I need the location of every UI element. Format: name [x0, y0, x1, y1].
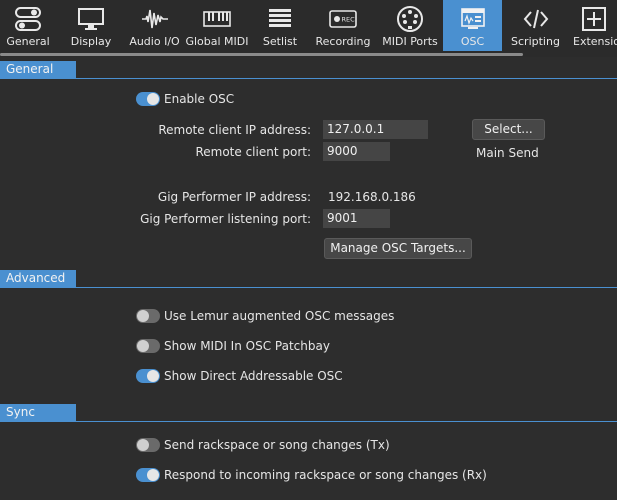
- section-divider: [0, 287, 617, 288]
- rec-icon: REC: [309, 6, 377, 32]
- toolbar-scrollbar-thumb[interactable]: [0, 53, 523, 56]
- manage-osc-targets-button[interactable]: Manage OSC Targets...: [324, 238, 472, 259]
- section-advanced-title: Advanced: [0, 270, 76, 287]
- remote-port-label: Remote client port:: [195, 145, 311, 159]
- section-divider: [0, 421, 617, 422]
- tab-midi-ports[interactable]: MIDI Ports: [377, 0, 443, 51]
- tab-extensions-label: Extensions: [573, 35, 617, 48]
- direct-addressable-osc-label: Show Direct Addressable OSC: [164, 369, 343, 383]
- gp-ip-value: 192.168.0.186: [328, 190, 416, 204]
- enable-osc-toggle[interactable]: [136, 92, 160, 106]
- gp-port-label: Gig Performer listening port:: [140, 212, 311, 226]
- toggles-icon: [0, 6, 56, 32]
- tab-general[interactable]: General: [0, 0, 56, 51]
- lemur-osc-label: Use Lemur augmented OSC messages: [164, 309, 395, 323]
- tab-global-midi[interactable]: Global MIDI: [183, 0, 251, 51]
- lemur-osc-toggle[interactable]: [136, 309, 160, 323]
- tab-scripting[interactable]: Scripting: [502, 0, 569, 51]
- code-icon: [502, 6, 569, 32]
- tab-audio-io[interactable]: Audio I/O: [126, 0, 183, 51]
- section-sync-title: Sync: [0, 404, 76, 421]
- respond-changes-label: Respond to incoming rackspace or song ch…: [164, 468, 487, 482]
- tab-global-midi-label: Global MIDI: [185, 35, 249, 48]
- send-changes-toggle[interactable]: [136, 438, 160, 452]
- rec-icon-text: REC: [342, 16, 356, 24]
- gp-ip-label: Gig Performer IP address:: [157, 190, 311, 204]
- section-general: General: [0, 61, 617, 79]
- tab-display-label: Display: [70, 35, 112, 48]
- midi-port-icon: [377, 6, 443, 32]
- tab-audio-io-label: Audio I/O: [129, 35, 180, 48]
- tab-display[interactable]: Display: [56, 0, 126, 51]
- tab-recording[interactable]: REC Recording: [309, 0, 377, 51]
- section-sync: Sync: [0, 404, 617, 422]
- remote-ip-label: Remote client IP address:: [158, 123, 311, 137]
- keyboard-icon: [183, 6, 251, 32]
- gp-port-input[interactable]: 9001: [323, 209, 390, 228]
- send-changes-label: Send rackspace or song changes (Tx): [164, 438, 390, 452]
- tab-scripting-label: Scripting: [511, 35, 560, 48]
- respond-changes-toggle[interactable]: [136, 468, 160, 482]
- tab-general-label: General: [6, 35, 50, 48]
- list-icon: [251, 6, 309, 32]
- enable-osc-label: Enable OSC: [164, 92, 235, 106]
- tab-osc-label: OSC: [460, 35, 485, 48]
- tab-setlist-label: Setlist: [262, 35, 298, 48]
- tab-midi-ports-label: MIDI Ports: [382, 35, 438, 48]
- tab-osc[interactable]: OSC: [443, 0, 502, 51]
- preferences-toolbar: General Display Audio I/O Global MIDI Se…: [0, 0, 617, 54]
- tab-setlist[interactable]: Setlist: [251, 0, 309, 51]
- monitor-icon: [56, 6, 126, 32]
- select-button[interactable]: Select...: [472, 119, 545, 140]
- midi-in-patchbay-toggle[interactable]: [136, 339, 160, 353]
- main-send-label: Main Send: [476, 146, 539, 160]
- remote-ip-input[interactable]: 127.0.0.1: [323, 120, 428, 139]
- section-general-title: General: [0, 61, 76, 78]
- section-divider: [0, 78, 617, 79]
- direct-addressable-osc-toggle[interactable]: [136, 369, 160, 383]
- midi-in-patchbay-label: Show MIDI In OSC Patchbay: [164, 339, 330, 353]
- tab-recording-label: Recording: [315, 35, 371, 48]
- tab-extensions[interactable]: Extensions: [569, 0, 617, 51]
- waveform-icon: [126, 6, 183, 32]
- plus-box-icon: [569, 6, 617, 32]
- remote-port-input[interactable]: 9000: [323, 142, 390, 161]
- section-advanced: Advanced: [0, 270, 617, 288]
- osc-icon: [443, 6, 502, 32]
